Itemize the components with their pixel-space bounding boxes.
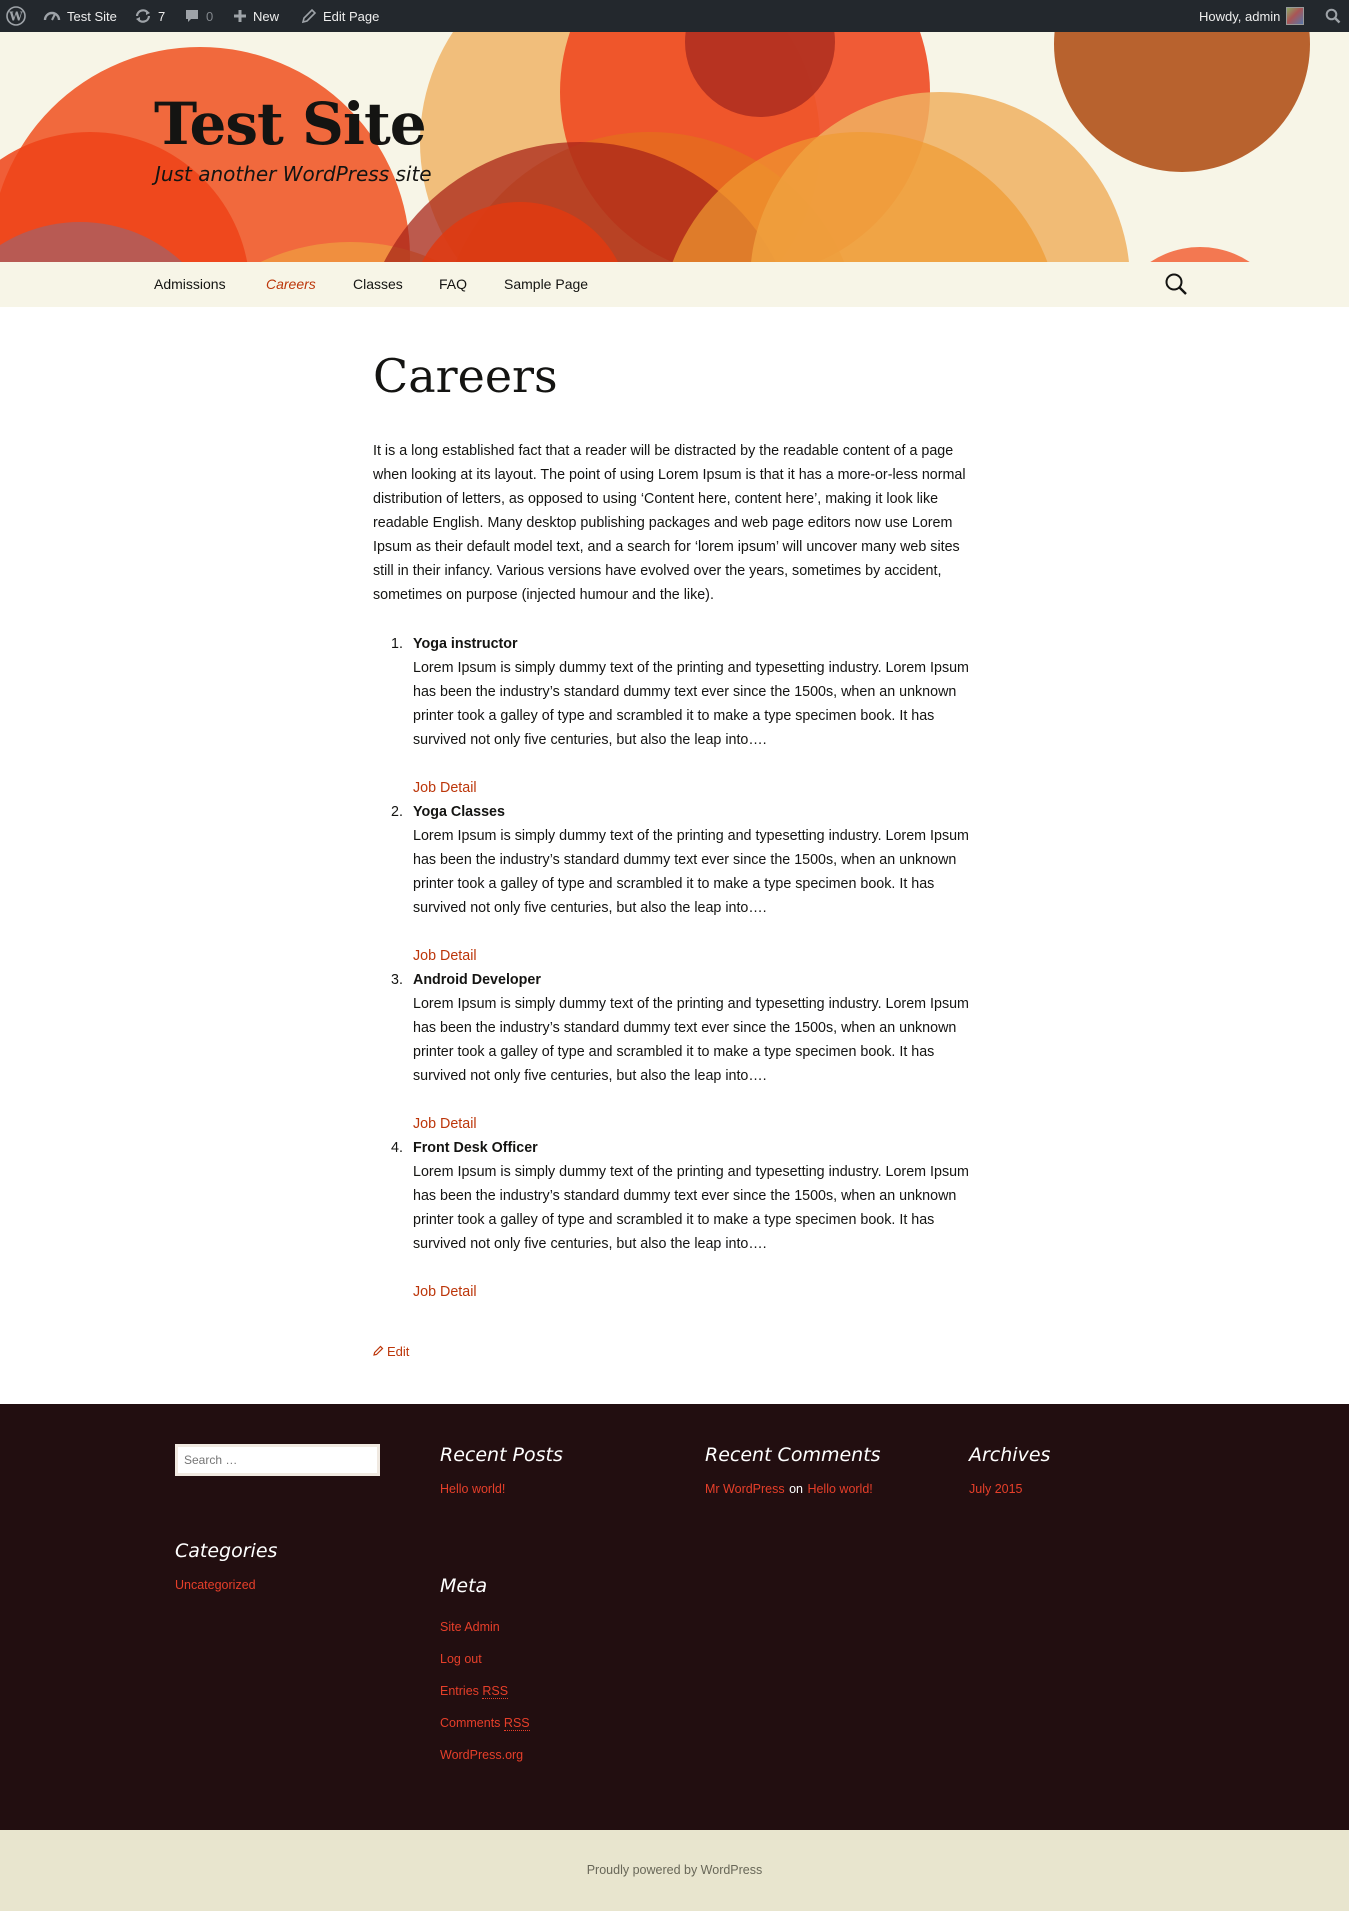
nav-item-sample-page[interactable]: Sample Page [504, 262, 588, 307]
edit-post-link[interactable]: Edit [373, 1344, 409, 1359]
howdy-label: Howdy, admin [1199, 8, 1281, 24]
admin-bar-edit-page[interactable]: Edit Page [301, 0, 379, 32]
job-detail-link[interactable]: Job Detail [413, 1280, 973, 1304]
meta-wordpress-org-link[interactable]: WordPress.org [440, 1748, 523, 1762]
footer-search-input[interactable] [175, 1444, 380, 1476]
nav-item-faq[interactable]: FAQ [439, 262, 467, 307]
widget-title: Meta [440, 1575, 488, 1597]
pencil-icon [301, 8, 317, 24]
nav-search-button[interactable] [1164, 272, 1188, 296]
meta-comments-rss-link[interactable]: Comments RSS [440, 1716, 530, 1731]
admin-bar-my-account[interactable]: Howdy, admin [1199, 0, 1305, 32]
rss-abbr: RSS [503, 1716, 530, 1731]
powered-by-link[interactable]: Proudly powered by WordPress [0, 1830, 1349, 1911]
recent-post-link[interactable]: Hello world! [440, 1482, 505, 1496]
plus-icon [233, 9, 247, 23]
admin-bar: W Test Site 7 0 New Edit Page Howdy, adm… [0, 0, 1349, 32]
widget-title: Categories [175, 1540, 278, 1562]
job-number: 4. [391, 1140, 403, 1156]
updates-icon [134, 8, 152, 24]
nav-item-careers[interactable]: Careers [266, 262, 316, 307]
svg-text:W: W [8, 10, 23, 24]
admin-bar-comments[interactable]: 0 [184, 0, 213, 32]
recent-posts-widget: Recent Posts Hello world! [440, 1444, 563, 1498]
pencil-icon [373, 1344, 384, 1359]
wordpress-logo-menu[interactable]: W [6, 0, 26, 32]
site-footer: Proudly powered by WordPress [0, 1830, 1349, 1911]
job-item: 3. Android Developer Lorem Ipsum is simp… [391, 968, 973, 1136]
widget-title: Recent Comments [705, 1444, 881, 1466]
admin-bar-updates[interactable]: 7 [134, 0, 165, 32]
edit-label: Edit [387, 1344, 410, 1359]
site-name-label: Test Site [67, 8, 117, 24]
job-description: Lorem Ipsum is simply dummy text of the … [413, 1164, 969, 1252]
job-number: 3. [391, 972, 403, 988]
job-title: Yoga Classes [413, 804, 505, 820]
admin-bar-new[interactable]: New [233, 0, 279, 32]
recent-comments-widget: Recent Comments Mr WordPress on Hello wo… [705, 1444, 881, 1498]
job-detail-link[interactable]: Job Detail [413, 776, 973, 800]
job-item: 1. Yoga instructor Lorem Ipsum is simply… [391, 632, 973, 800]
nav-item-classes[interactable]: Classes [353, 262, 403, 307]
meta-log-out-link[interactable]: Log out [440, 1652, 482, 1666]
intro-paragraph: It is a long established fact that a rea… [373, 443, 966, 603]
comment-on-text: on [789, 1482, 803, 1496]
main-navigation: Admissions Careers Classes FAQ Sample Pa… [0, 262, 1349, 307]
job-number: 2. [391, 804, 403, 820]
job-item: 4. Front Desk Officer Lorem Ipsum is sim… [391, 1136, 973, 1304]
archive-link[interactable]: July 2015 [969, 1482, 1023, 1496]
entries-label: Entries [440, 1684, 479, 1698]
comment-icon [184, 8, 200, 24]
archives-widget: Archives July 2015 [969, 1444, 1050, 1498]
category-link[interactable]: Uncategorized [175, 1578, 256, 1592]
nav-item-admissions[interactable]: Admissions [154, 262, 226, 307]
admin-bar-search[interactable] [1325, 0, 1341, 32]
avatar [1286, 7, 1305, 25]
page-title: Careers [373, 349, 558, 403]
edit-page-label: Edit Page [323, 8, 380, 24]
dashboard-icon [43, 8, 61, 24]
job-title: Android Developer [413, 972, 541, 988]
admin-bar-site-name[interactable]: Test Site [43, 0, 117, 32]
search-icon [1164, 273, 1188, 300]
meta-entries-rss-link[interactable]: Entries RSS [440, 1684, 509, 1699]
site-header: Test Site Just another WordPress site [0, 32, 1349, 262]
comments-count: 0 [206, 8, 214, 24]
meta-widget: Meta Site Admin Log out Entries RSS Comm… [440, 1575, 530, 1771]
job-number: 1. [391, 636, 403, 652]
categories-widget: Categories Uncategorized [175, 1540, 277, 1594]
job-description: Lorem Ipsum is simply dummy text of the … [413, 996, 969, 1084]
widget-title: Archives [969, 1444, 1051, 1466]
job-detail-link[interactable]: Job Detail [413, 1112, 973, 1136]
job-detail-link[interactable]: Job Detail [413, 944, 973, 968]
job-title: Front Desk Officer [413, 1140, 538, 1156]
jobs-list: 1. Yoga instructor Lorem Ipsum is simply… [391, 632, 973, 1304]
job-title: Yoga instructor [413, 636, 518, 652]
meta-site-admin-link[interactable]: Site Admin [440, 1620, 500, 1634]
new-label: New [253, 8, 280, 24]
job-description: Lorem Ipsum is simply dummy text of the … [413, 660, 969, 748]
updates-count: 7 [158, 8, 166, 24]
widget-title: Recent Posts [440, 1444, 563, 1466]
comment-author-link[interactable]: Mr WordPress [705, 1482, 785, 1496]
job-item: 2. Yoga Classes Lorem Ipsum is simply du… [391, 800, 973, 968]
comments-label: Comments [440, 1716, 501, 1730]
site-description: Just another WordPress site [155, 162, 432, 186]
search-icon [1325, 8, 1341, 24]
job-description: Lorem Ipsum is simply dummy text of the … [413, 828, 969, 916]
comment-post-link[interactable]: Hello world! [807, 1482, 872, 1496]
footer-widgets: Recent Posts Hello world! Recent Comment… [0, 1404, 1349, 1830]
rss-abbr: RSS [482, 1684, 509, 1699]
wordpress-logo-icon: W [6, 6, 26, 26]
site-title[interactable]: Test Site [154, 90, 427, 158]
